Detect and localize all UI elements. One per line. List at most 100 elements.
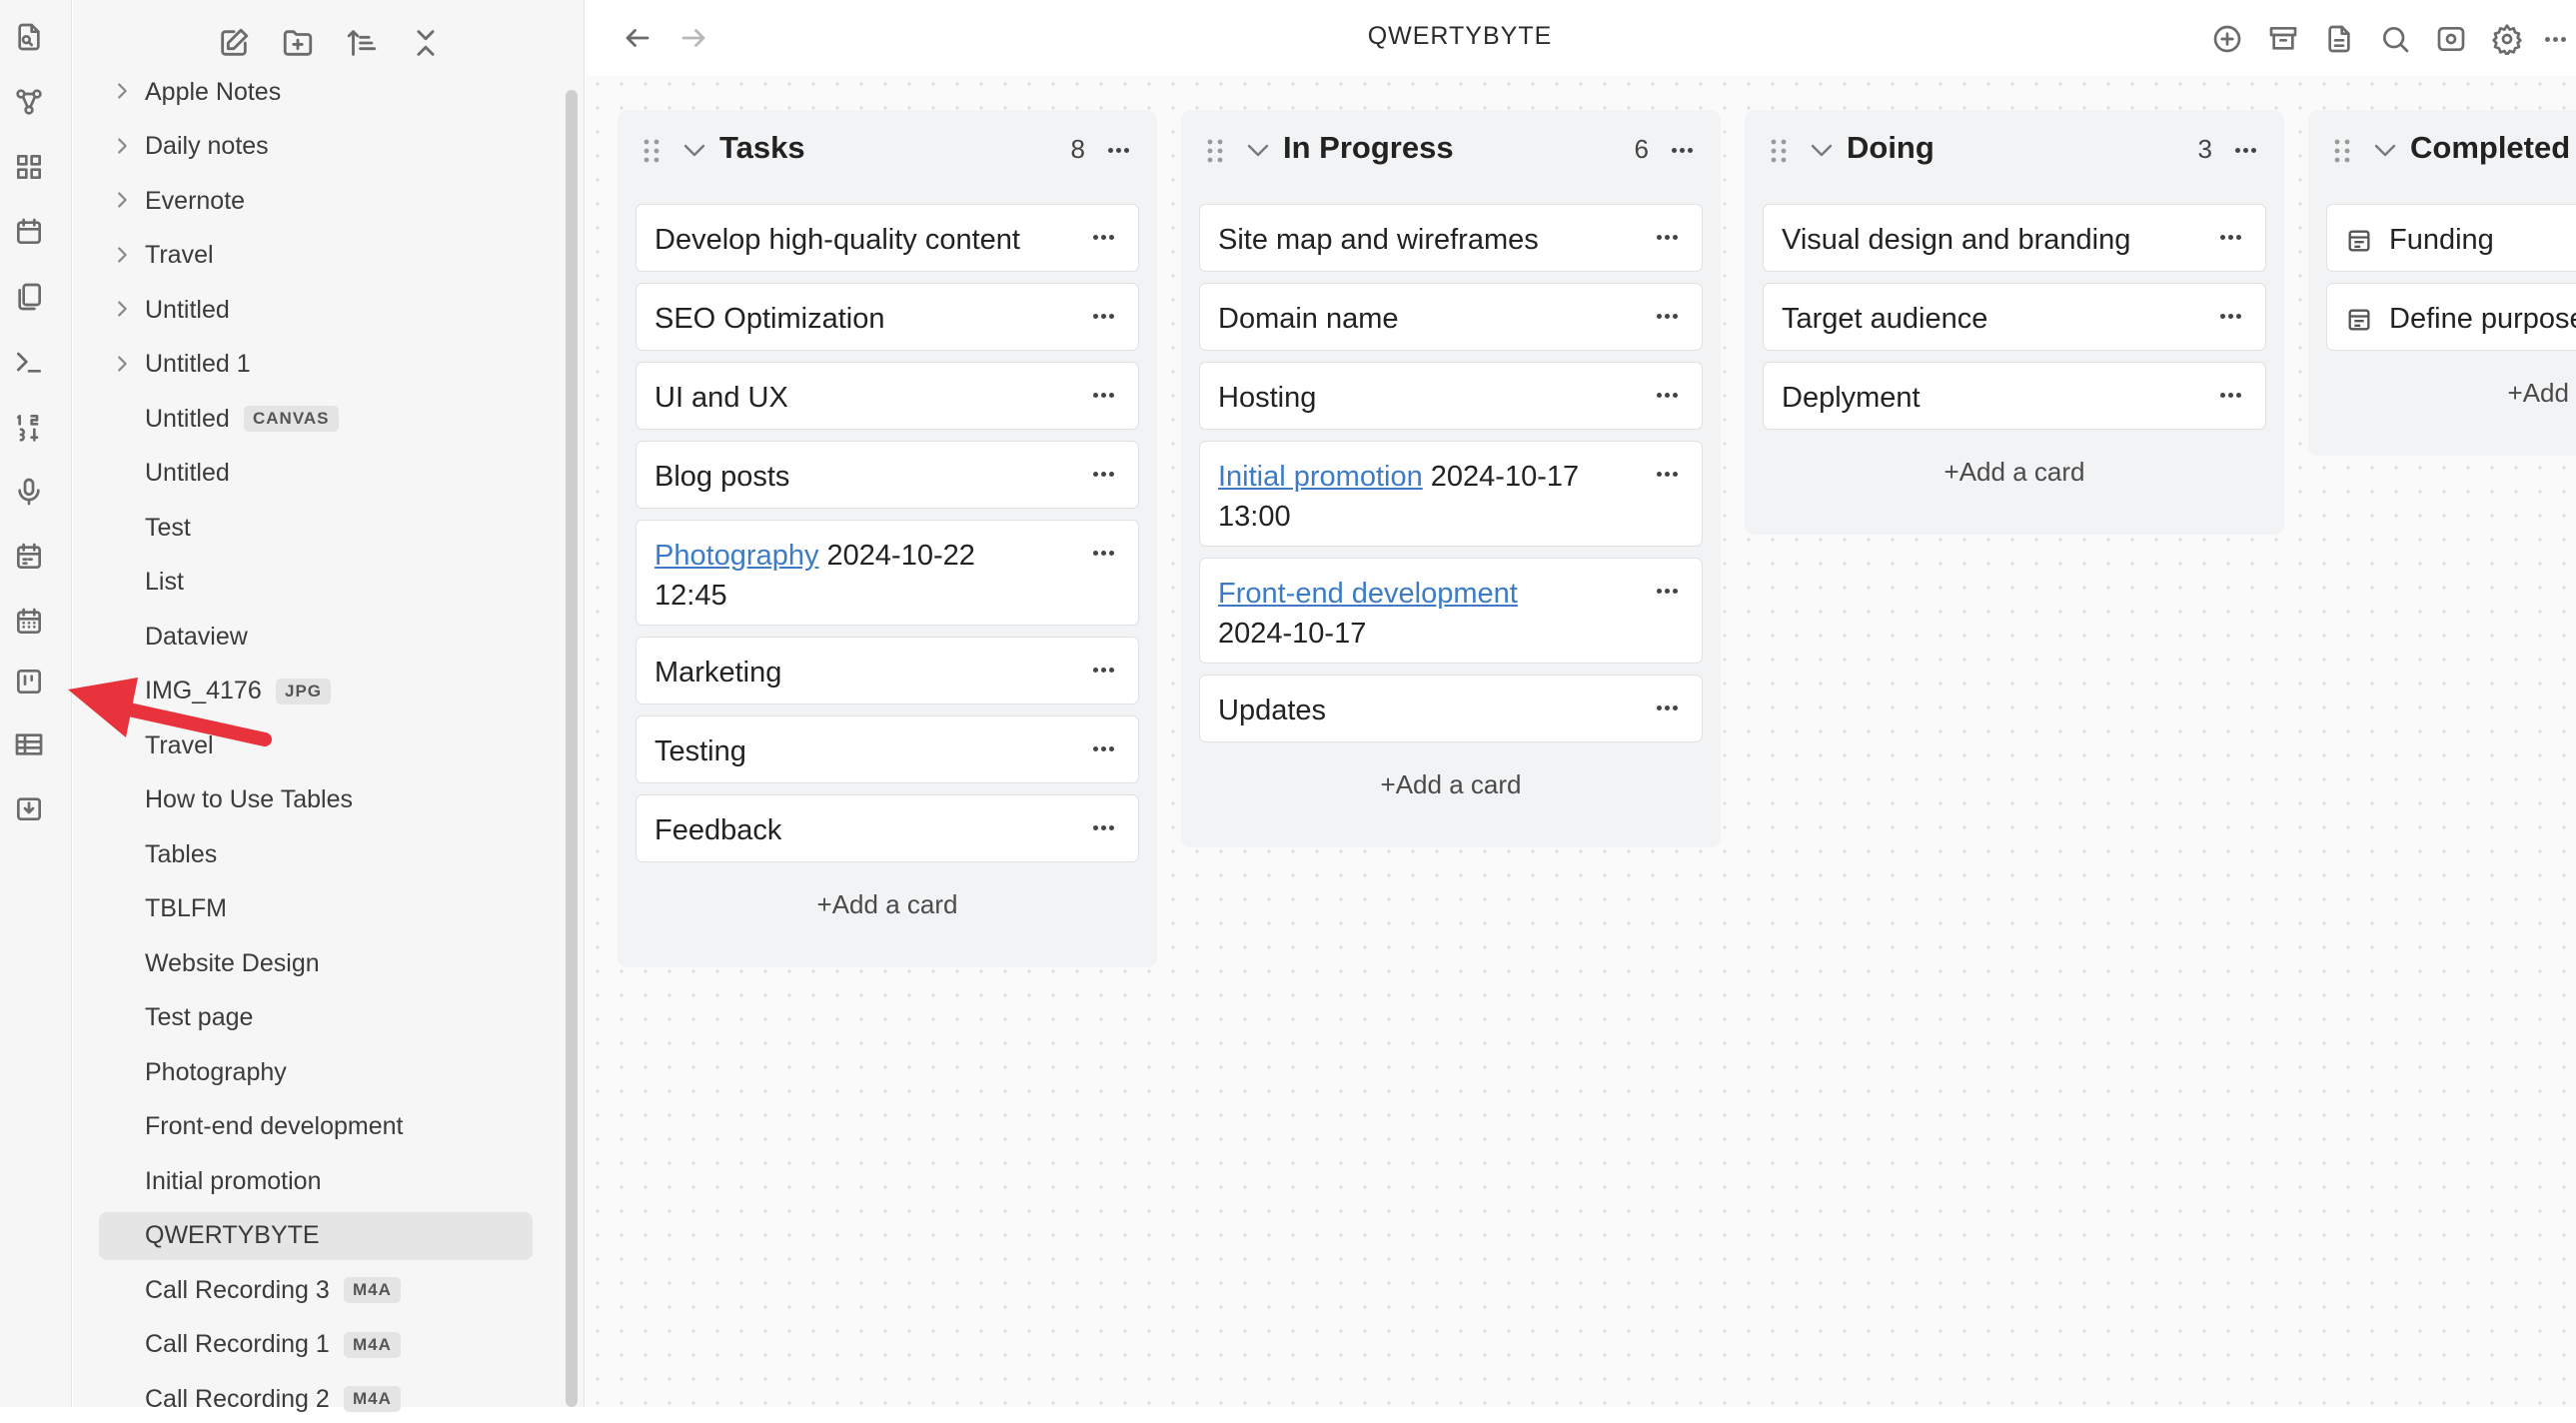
kanban-card[interactable]: Site map and wireframes [1199,204,1703,272]
file-item[interactable]: Photography [99,1048,535,1096]
file-item[interactable]: Untitled [99,450,535,498]
file-item[interactable]: Call Recording 1 M4A [99,1321,535,1369]
graph-view-icon[interactable] [12,85,46,119]
kanban-card[interactable]: Initial promotion 2024-10-17 13:00 [1199,441,1703,547]
archive-icon[interactable] [2264,20,2302,58]
chevron-down-icon[interactable] [2372,140,2398,162]
add-card-button[interactable]: +Add a card [2308,378,2576,409]
file-item[interactable]: Test page [99,994,535,1042]
open-as-markdown-icon[interactable] [2320,20,2358,58]
drag-handle-icon[interactable] [1205,138,1225,164]
card-more-icon[interactable] [2213,223,2247,251]
file-item[interactable]: How to Use Tables [99,776,535,824]
file-item[interactable]: Call Recording 3 M4A [99,1266,535,1314]
kanban-card[interactable]: Target audience [1763,283,2266,351]
kanban-card[interactable]: Blog posts [636,441,1139,509]
kanban-card[interactable]: Domain name [1199,283,1703,351]
kanban-card[interactable]: Hosting [1199,362,1703,430]
search-icon[interactable] [2376,20,2414,58]
table-icon[interactable] [12,727,46,761]
chevron-down-icon[interactable] [1809,140,1835,162]
kanban-card[interactable]: Photography 2024-10-22 12:45 [636,520,1139,626]
card-more-icon[interactable] [1650,577,1684,605]
command-palette-icon[interactable] [12,345,46,379]
chevron-right-icon[interactable] [111,353,133,375]
add-card-button[interactable]: +Add a card [1745,457,2284,488]
folder-item[interactable]: Untitled [99,286,535,334]
chevron-right-icon[interactable] [111,298,133,320]
chevron-right-icon[interactable] [111,135,133,157]
card-more-icon[interactable] [2213,381,2247,409]
kanban-card[interactable]: Updates [1199,675,1703,742]
card-more-icon[interactable] [1086,813,1120,841]
kanban-card[interactable]: Front-end development 2024-10-17 [1199,558,1703,664]
card-more-icon[interactable] [1650,381,1684,409]
file-item[interactable]: TBLFM [99,885,535,933]
file-item[interactable]: QWERTYBYTE [99,1211,533,1260]
numbers-icon[interactable] [12,410,46,444]
microphone-icon[interactable] [12,475,46,509]
chevron-down-icon[interactable] [681,140,707,162]
card-more-icon[interactable] [1650,223,1684,251]
folder-item[interactable]: Untitled 1 [99,341,535,389]
folder-item[interactable]: Travel [99,232,535,280]
sort-icon[interactable] [343,24,381,62]
chevron-right-icon[interactable] [111,80,133,102]
card-due-time[interactable]: 13:00 [1218,501,1291,533]
card-more-icon[interactable] [1086,656,1120,684]
dashboard-icon[interactable] [12,150,46,184]
card-more-icon[interactable] [1650,694,1684,721]
new-folder-icon[interactable] [279,24,317,62]
settings-icon[interactable] [2488,20,2526,58]
chevron-down-icon[interactable] [1245,140,1271,162]
chevron-right-icon[interactable] [111,244,133,266]
file-item[interactable]: Untitled CANVAS [99,395,535,443]
card-due-date[interactable]: 2024-10-17 [1218,618,1366,650]
file-item[interactable]: Dataview [99,613,535,661]
file-item[interactable]: List [99,559,535,607]
kanban-card[interactable]: SEO Optimization [636,283,1139,351]
file-item[interactable]: Website Design [99,939,535,987]
drag-handle-icon[interactable] [1769,138,1789,164]
card-more-icon[interactable] [1086,460,1120,488]
kanban-card[interactable]: Visual design and branding [1763,204,2266,272]
card-note-link[interactable]: Photography [654,540,818,572]
folder-item[interactable]: Daily notes [99,123,535,171]
file-item[interactable]: Test [99,504,535,552]
lane-more-icon[interactable] [2228,136,2262,164]
card-due-time[interactable]: 12:45 [654,580,727,612]
kanban-card[interactable]: Develop high-quality content [636,204,1139,272]
new-card-icon[interactable] [2208,20,2246,58]
card-due-date[interactable]: 2024-10-22 [827,540,975,572]
card-note-link[interactable]: Initial promotion [1218,461,1423,493]
folder-item[interactable]: Apple Notes [99,68,535,116]
drag-handle-icon[interactable] [642,138,661,164]
open-quick-switcher-icon[interactable] [12,20,46,54]
add-card-button[interactable]: +Add a card [1181,769,1721,800]
card-note-link[interactable]: Front-end development [1218,578,1518,610]
folder-item[interactable]: Evernote [99,177,535,225]
calendar-icon[interactable] [12,215,46,249]
add-card-button[interactable]: +Add a card [618,889,1157,920]
import-icon[interactable] [12,791,46,825]
card-more-icon[interactable] [1086,302,1120,330]
explorer-scrollbar[interactable] [566,90,578,1407]
file-item[interactable]: Initial promotion [99,1157,535,1205]
drag-handle-icon[interactable] [2332,138,2352,164]
lane-more-icon[interactable] [1665,136,1699,164]
card-due-date[interactable]: 2024-10-17 [1431,461,1579,493]
kanban-card[interactable]: Marketing [636,637,1139,705]
kanban-card[interactable]: UI and UX [636,362,1139,430]
lane-more-icon[interactable] [1101,136,1135,164]
copy-pages-icon[interactable] [12,280,46,314]
kanban-card[interactable]: Feedback [636,794,1139,862]
file-item[interactable]: Front-end development [99,1103,535,1151]
card-more-icon[interactable] [2213,302,2247,330]
kanban-card[interactable]: Testing [636,715,1139,783]
daily-calendar-icon[interactable] [12,540,46,574]
more-icon[interactable] [2536,20,2574,58]
card-more-icon[interactable] [1650,460,1684,488]
board-view-icon[interactable] [2432,20,2470,58]
new-note-icon[interactable] [215,24,253,62]
kanban-board-icon[interactable] [12,665,46,699]
